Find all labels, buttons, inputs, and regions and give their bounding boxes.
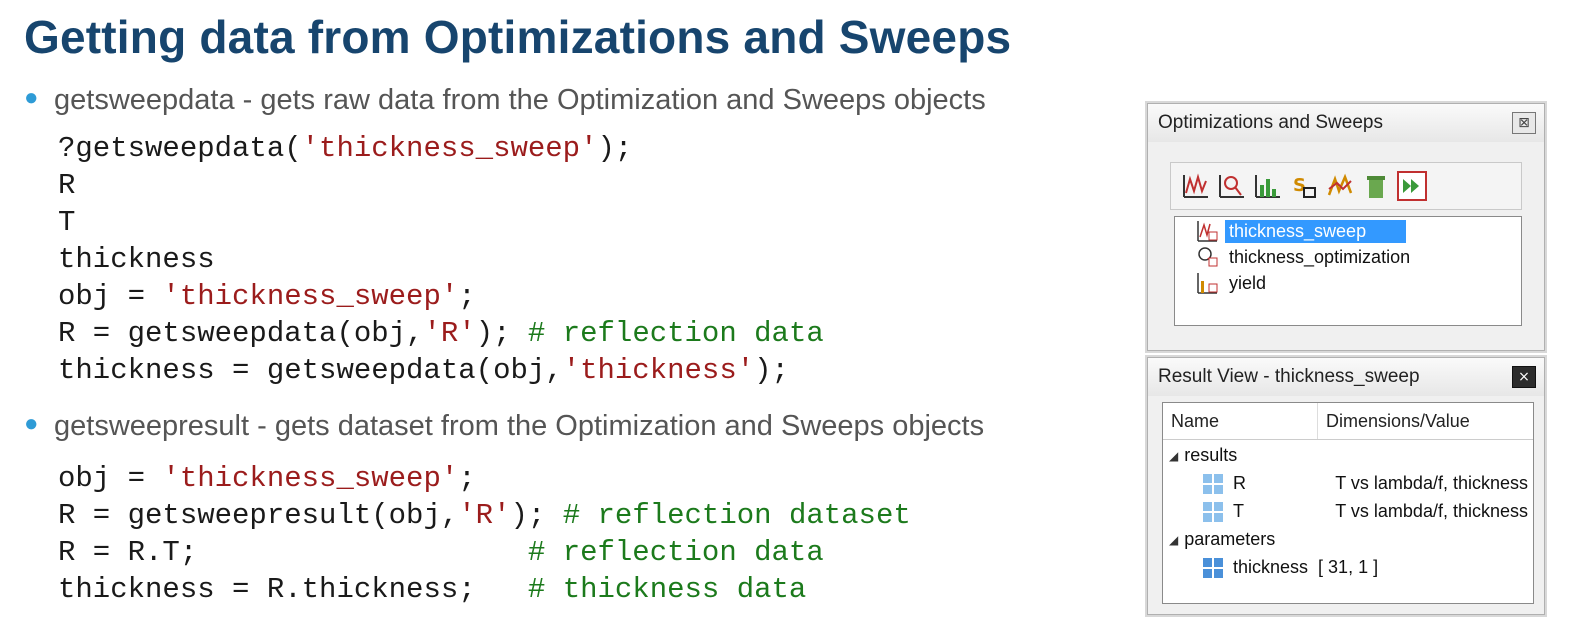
sweep-icon	[1197, 221, 1218, 242]
result-table: Name Dimensions/Value ◢ results R T vs la…	[1162, 402, 1534, 604]
tree-group-results[interactable]: ◢ results	[1169, 445, 1237, 466]
expand-triangle-icon[interactable]: ◢	[1169, 533, 1178, 547]
delete-icon[interactable]	[1361, 171, 1391, 201]
bullet-getsweepresult: ● getsweepresult - gets dataset from the …	[24, 410, 985, 442]
result-view-titlebar: Result View - thickness_sweep ×	[1148, 358, 1544, 396]
optimization-icon	[1198, 247, 1218, 267]
column-header-name[interactable]: Name	[1163, 403, 1318, 439]
list-item-yield[interactable]: yield	[1195, 271, 1306, 295]
column-header-value[interactable]: Dimensions/Value	[1318, 403, 1470, 439]
result-row-t[interactable]: T T vs lambda/f, thickness	[1203, 501, 1528, 522]
code-block-getsweepdata: ?getsweepdata('thickness_sweep'); R T th…	[58, 132, 824, 387]
yield-icon	[1197, 273, 1218, 294]
optimizations-sweeps-titlebar: Optimizations and Sweeps ⊠	[1148, 104, 1544, 142]
slide-title: Getting data from Optimizations and Swee…	[24, 11, 1012, 63]
matrix-icon	[1203, 501, 1223, 522]
bullet-dot-icon: ●	[24, 410, 39, 437]
close-icon[interactable]: ×	[1512, 366, 1536, 388]
code-block-getsweepresult: obj = 'thickness_sweep'; R = getsweepres…	[58, 462, 911, 606]
yield-icon[interactable]	[1253, 171, 1283, 201]
matrix-icon	[1203, 557, 1223, 578]
list-item-thickness-sweep[interactable]: thickness_sweep	[1195, 219, 1407, 243]
nested-sweep-icon[interactable]	[1325, 171, 1355, 201]
expand-triangle-icon[interactable]: ◢	[1169, 449, 1178, 463]
close-icon[interactable]: ⊠	[1512, 112, 1536, 134]
run-icon[interactable]	[1397, 171, 1427, 201]
sweep-list: thickness_sweep thickness_optimization y…	[1174, 216, 1522, 326]
result-view-window: Result View - thickness_sweep × Name Dim…	[1147, 357, 1545, 615]
optimizations-toolbar: S	[1170, 162, 1522, 210]
sweep-icon[interactable]	[1181, 171, 1211, 201]
list-item-thickness-optimization[interactable]: thickness_optimization	[1195, 245, 1450, 269]
optimizations-sweeps-window: Optimizations and Sweeps ⊠ S thickness_s…	[1147, 103, 1545, 351]
bullet-getsweepdata: ● getsweepdata - gets raw data from the O…	[24, 84, 986, 116]
s-parameter-icon[interactable]: S	[1289, 171, 1319, 201]
tree-group-parameters[interactable]: ◢ parameters	[1169, 529, 1275, 550]
bullet-dot-icon: ●	[24, 84, 39, 111]
parameter-row-thickness[interactable]: thickness [ 31, 1 ]	[1203, 557, 1378, 578]
matrix-icon	[1203, 473, 1223, 494]
optimization-icon[interactable]	[1217, 171, 1247, 201]
result-row-r[interactable]: R T vs lambda/f, thickness	[1203, 473, 1528, 494]
result-table-header: Name Dimensions/Value	[1163, 403, 1533, 440]
